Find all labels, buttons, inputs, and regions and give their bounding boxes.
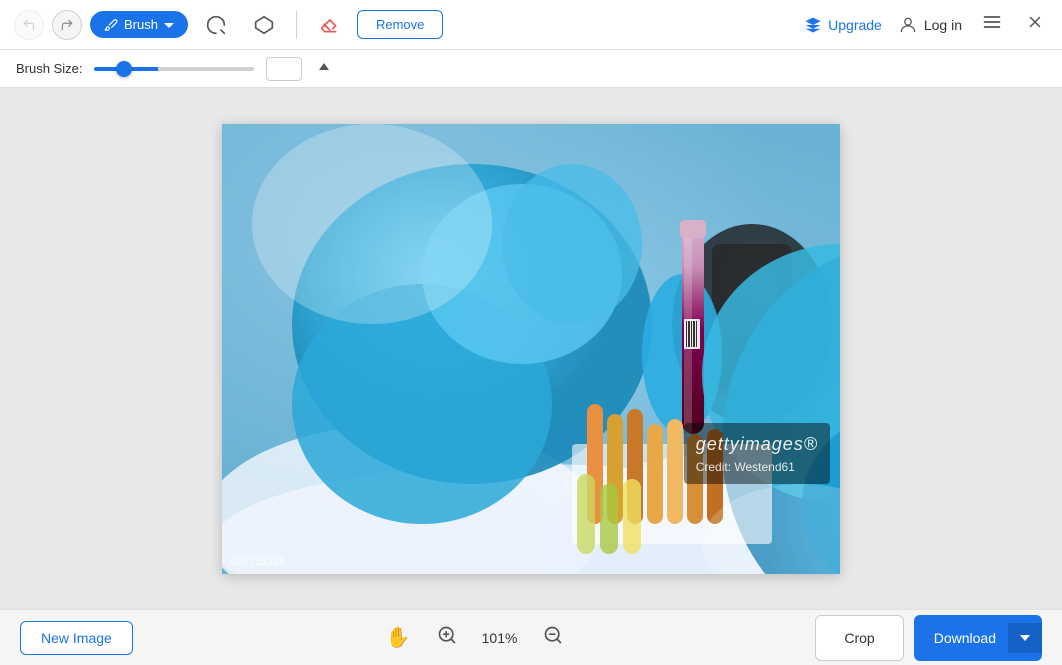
main-toolbar: Brush Remove Upgrade bbox=[0, 0, 1062, 50]
image-watermark: gettyimages® Credit: Westend61 bbox=[684, 423, 830, 484]
brush-size-label: Brush Size: bbox=[16, 61, 82, 76]
bottom-left: New Image bbox=[20, 621, 133, 655]
zoom-level: 101% bbox=[475, 630, 525, 646]
login-button[interactable]: Log in bbox=[898, 15, 962, 35]
brush-size-slider[interactable] bbox=[94, 67, 254, 71]
brush-label: Brush bbox=[124, 17, 158, 32]
undo-button[interactable] bbox=[14, 10, 44, 40]
redo-button[interactable] bbox=[52, 10, 82, 40]
lab-image: gettyimages® Credit: Westend61 926715326 bbox=[222, 124, 840, 574]
bottom-right: Crop Download bbox=[815, 615, 1042, 661]
remove-button[interactable]: Remove bbox=[357, 10, 443, 39]
brush-size-bar: Brush Size: 16 bbox=[0, 50, 1062, 88]
polygon-tool-button[interactable] bbox=[244, 9, 284, 41]
watermark-credit: Credit: Westend61 bbox=[696, 458, 818, 476]
zoom-out-button[interactable] bbox=[535, 621, 571, 654]
download-label: Download bbox=[934, 630, 1008, 646]
brush-tool-button[interactable]: Brush bbox=[90, 11, 188, 38]
download-arrow-button[interactable] bbox=[1008, 623, 1042, 653]
eraser-tool-button[interactable] bbox=[309, 9, 349, 41]
pan-icon: ✋ bbox=[386, 627, 411, 649]
bottom-toolbar: New Image ✋ 101% Crop Download bbox=[0, 609, 1062, 665]
new-image-button[interactable]: New Image bbox=[20, 621, 133, 655]
zoom-in-button[interactable] bbox=[429, 621, 465, 654]
download-button[interactable]: Download bbox=[914, 615, 1042, 661]
pan-button[interactable]: ✋ bbox=[378, 621, 419, 654]
canvas-area: gettyimages® Credit: Westend61 926715326 bbox=[0, 88, 1062, 609]
header-right: Upgrade Log in bbox=[804, 8, 1048, 41]
lasso-tool-button[interactable] bbox=[196, 9, 236, 41]
crop-button[interactable]: Crop bbox=[815, 615, 903, 661]
brush-panel-toggle[interactable] bbox=[314, 59, 334, 78]
menu-button[interactable] bbox=[978, 8, 1006, 41]
close-button[interactable] bbox=[1022, 9, 1048, 40]
brush-size-value[interactable]: 16 bbox=[266, 57, 302, 81]
image-container: gettyimages® Credit: Westend61 926715326 bbox=[222, 124, 840, 574]
upgrade-button[interactable]: Upgrade bbox=[804, 16, 882, 34]
zoom-controls: ✋ 101% bbox=[133, 621, 816, 654]
toolbar-separator bbox=[296, 11, 297, 39]
watermark-brand: gettyimages® bbox=[696, 431, 818, 458]
image-id: 926715326 bbox=[230, 556, 285, 568]
